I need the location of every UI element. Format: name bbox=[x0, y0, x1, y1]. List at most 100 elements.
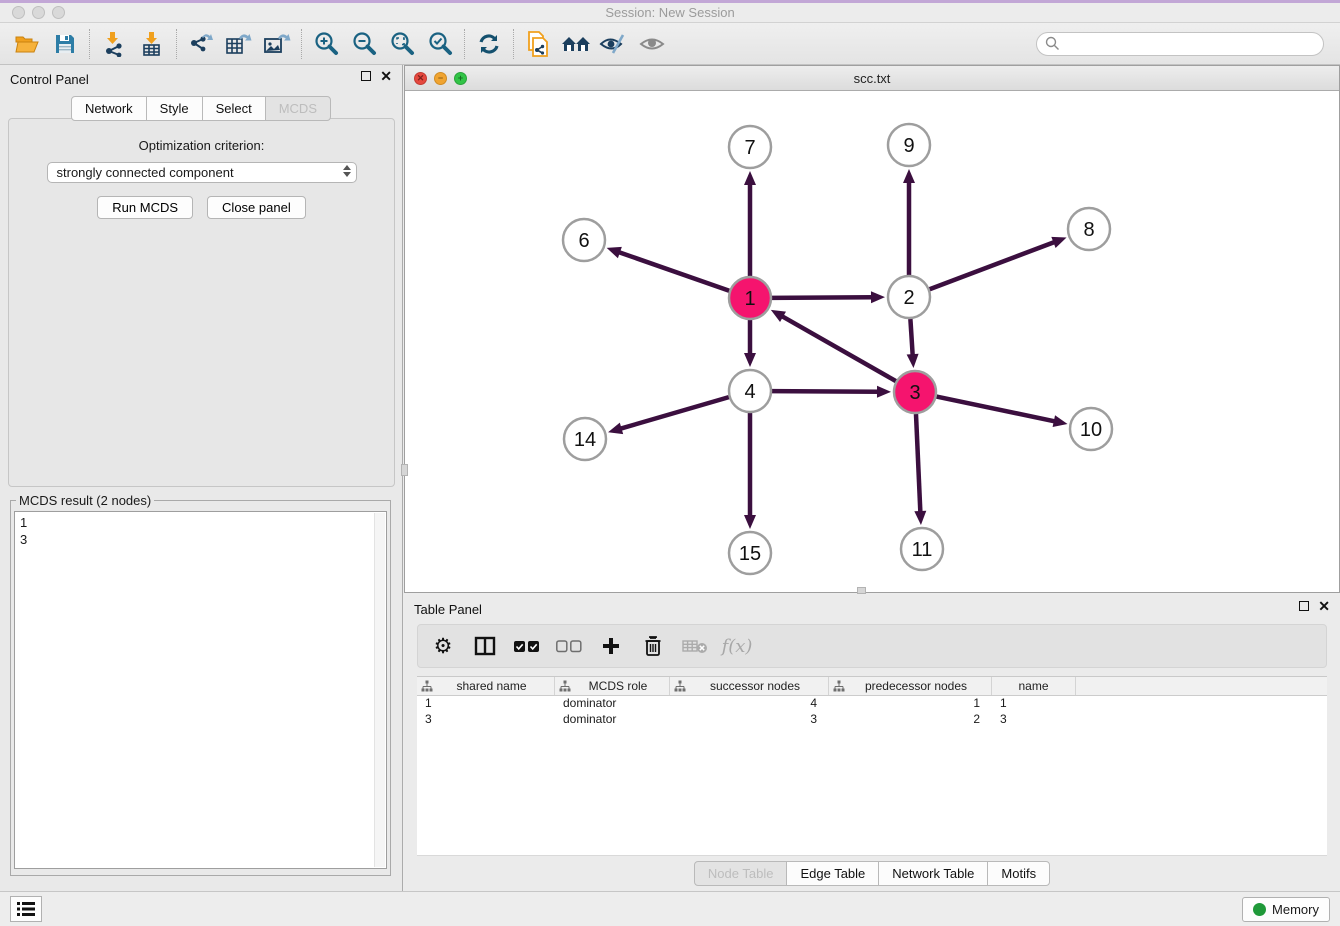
mcds-result-title: MCDS result (2 nodes) bbox=[16, 493, 154, 508]
hide-selected-button[interactable] bbox=[595, 26, 633, 62]
zoom-in-button[interactable] bbox=[307, 26, 345, 62]
show-all-button[interactable] bbox=[633, 26, 671, 62]
dropdown-selected-value: strongly connected component bbox=[57, 165, 234, 180]
table-panel-header: Table Panel ✕ bbox=[404, 595, 1340, 621]
cell-mcds-role[interactable]: dominator bbox=[555, 712, 670, 728]
dropdown-stepper-icon bbox=[343, 165, 351, 177]
table-body: 1dominator4113dominator323 bbox=[417, 696, 1327, 728]
result-scrollbar[interactable] bbox=[374, 513, 385, 867]
column-header-mcds-role[interactable]: MCDS role bbox=[555, 677, 670, 695]
tab-style[interactable]: Style bbox=[146, 96, 203, 121]
column-header-shared-name[interactable]: shared name bbox=[417, 677, 555, 695]
close-panel-button[interactable]: Close panel bbox=[207, 196, 306, 219]
column-header-predecessor-nodes[interactable]: predecessor nodes bbox=[829, 677, 992, 695]
cell-shared-name[interactable]: 3 bbox=[417, 712, 555, 728]
zoom-selected-icon bbox=[427, 31, 453, 57]
zoom-out-button[interactable] bbox=[345, 26, 383, 62]
table-row[interactable]: 3dominator323 bbox=[417, 712, 1327, 728]
deselect-all-button[interactable] bbox=[556, 633, 582, 659]
mcds-result-textarea[interactable]: 1 3 bbox=[14, 511, 387, 869]
memory-button[interactable]: Memory bbox=[1242, 897, 1330, 922]
edge-arrowhead bbox=[914, 511, 926, 525]
node-label-3: 3 bbox=[909, 382, 920, 404]
node-label-15: 15 bbox=[739, 543, 761, 565]
search-field[interactable] bbox=[1036, 32, 1324, 56]
cell-predecessor-nodes[interactable]: 1 bbox=[829, 696, 992, 712]
duplicate-network-button[interactable] bbox=[519, 26, 557, 62]
edge-3-10[interactable] bbox=[937, 397, 1056, 422]
column-visibility-button[interactable] bbox=[472, 633, 498, 659]
task-history-button[interactable] bbox=[10, 896, 42, 922]
splitter-handle[interactable] bbox=[857, 587, 866, 594]
column-label: MCDS role bbox=[571, 679, 665, 693]
run-mcds-button[interactable]: Run MCDS bbox=[97, 196, 193, 219]
column-header-successor-nodes[interactable]: successor nodes bbox=[670, 677, 829, 695]
export-network-button[interactable] bbox=[182, 26, 220, 62]
cell-mcds-role[interactable]: dominator bbox=[555, 696, 670, 712]
tab-node-table[interactable]: Node Table bbox=[694, 861, 788, 886]
zoom-selected-button[interactable] bbox=[421, 26, 459, 62]
export-network-icon bbox=[188, 31, 214, 57]
search-input[interactable] bbox=[1060, 34, 1323, 54]
network-canvas[interactable]: 7968124314101511 bbox=[405, 91, 1339, 592]
close-panel-icon[interactable]: ✕ bbox=[1318, 601, 1330, 611]
control-panel: Control Panel ✕ NetworkStyleSelectMCDS O… bbox=[0, 65, 403, 891]
float-panel-icon[interactable] bbox=[1299, 601, 1309, 611]
close-panel-icon[interactable]: ✕ bbox=[380, 71, 392, 81]
edge-2-8[interactable] bbox=[930, 242, 1056, 290]
import-table-button[interactable] bbox=[133, 26, 171, 62]
mcds-tab-content: Optimization criterion: strongly connect… bbox=[8, 118, 395, 487]
edge-4-14[interactable] bbox=[620, 397, 729, 429]
cell-name[interactable]: 1 bbox=[992, 696, 1076, 712]
tab-select[interactable]: Select bbox=[202, 96, 266, 121]
zoom-fit-button[interactable] bbox=[383, 26, 421, 62]
tab-network[interactable]: Network bbox=[71, 96, 147, 121]
edge-arrowhead bbox=[871, 291, 885, 303]
select-all-button[interactable] bbox=[514, 633, 540, 659]
network-graph[interactable]: 7968124314101511 bbox=[405, 91, 1339, 592]
splitter-handle[interactable] bbox=[401, 464, 408, 476]
cell-successor-nodes[interactable]: 4 bbox=[670, 696, 829, 712]
cell-predecessor-nodes[interactable]: 2 bbox=[829, 712, 992, 728]
control-panel-title: Control Panel bbox=[10, 72, 89, 87]
column-label: predecessor nodes bbox=[845, 679, 987, 693]
optimization-criterion-dropdown[interactable]: strongly connected component bbox=[47, 162, 357, 183]
open-session-button[interactable] bbox=[8, 26, 46, 62]
table-row[interactable]: 1dominator411 bbox=[417, 696, 1327, 712]
export-table-icon bbox=[225, 31, 253, 57]
toolbar-separator bbox=[176, 29, 177, 59]
node-label-2: 2 bbox=[903, 287, 914, 309]
tab-edge-table[interactable]: Edge Table bbox=[786, 861, 879, 886]
export-image-button[interactable] bbox=[258, 26, 296, 62]
network-title: scc.txt bbox=[405, 71, 1339, 86]
control-panel-tabs: NetworkStyleSelectMCDS bbox=[0, 96, 402, 121]
create-column-button[interactable] bbox=[598, 633, 624, 659]
float-panel-icon[interactable] bbox=[361, 71, 371, 81]
app-titlebar: Session: New Session bbox=[0, 3, 1340, 22]
network-view-window: ✕ − + scc.txt 7968124314101511 bbox=[404, 65, 1340, 593]
edge-1-6[interactable] bbox=[618, 252, 729, 291]
cell-shared-name[interactable]: 1 bbox=[417, 696, 555, 712]
column-header-name[interactable]: name bbox=[992, 677, 1076, 695]
export-image-icon bbox=[263, 31, 291, 57]
save-session-button[interactable] bbox=[46, 26, 84, 62]
edge-1-2[interactable] bbox=[772, 297, 873, 298]
mcds-result-lines: 1 3 bbox=[15, 512, 386, 550]
cell-name[interactable]: 3 bbox=[992, 712, 1076, 728]
edge-2-3[interactable] bbox=[910, 319, 912, 356]
import-network-button[interactable] bbox=[95, 26, 133, 62]
delete-columns-button[interactable] bbox=[640, 633, 666, 659]
session-title: Session: New Session bbox=[0, 5, 1340, 20]
edge-4-3[interactable] bbox=[772, 391, 879, 392]
edge-3-1[interactable] bbox=[781, 316, 896, 381]
tab-mcds[interactable]: MCDS bbox=[265, 96, 331, 121]
table-settings-button[interactable]: ⚙ bbox=[430, 633, 456, 659]
node-label-11: 11 bbox=[912, 539, 933, 561]
edge-3-11[interactable] bbox=[916, 414, 920, 513]
first-neighbors-button[interactable] bbox=[557, 26, 595, 62]
cell-successor-nodes[interactable]: 3 bbox=[670, 712, 829, 728]
tab-network-table[interactable]: Network Table bbox=[878, 861, 988, 886]
export-table-button[interactable] bbox=[220, 26, 258, 62]
tab-motifs[interactable]: Motifs bbox=[987, 861, 1050, 886]
apply-layout-button[interactable] bbox=[470, 26, 508, 62]
